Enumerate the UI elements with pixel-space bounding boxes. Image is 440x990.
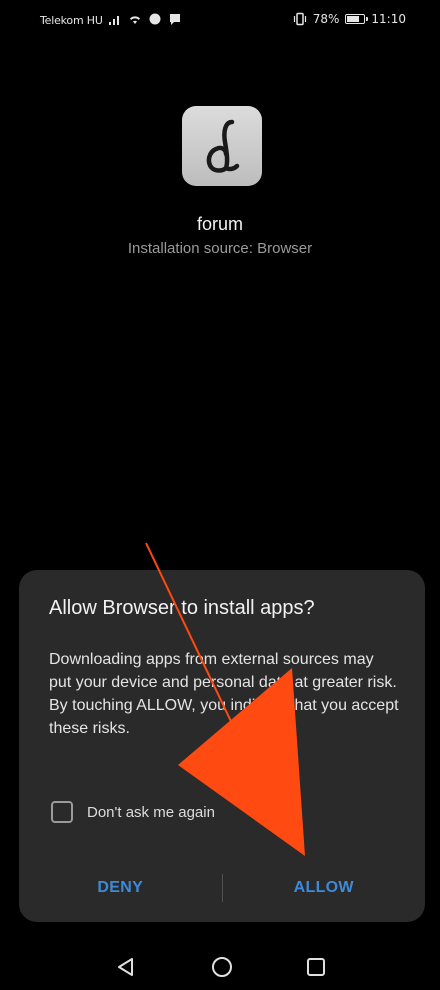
battery-icon <box>345 14 369 24</box>
circle-home-icon <box>212 957 232 977</box>
navigation-bar <box>0 945 440 990</box>
signal-icon <box>109 16 119 25</box>
carrier-name: Telekom HU <box>40 14 103 27</box>
status-bar: Telekom HU 78% 11:10 <box>0 0 440 44</box>
nav-back-button[interactable] <box>112 953 140 981</box>
installation-source: Installation source: Browser <box>127 240 313 257</box>
wifi-icon <box>130 16 140 24</box>
dialog-message: Downloading apps from external sources m… <box>49 651 399 737</box>
app-icon <box>182 106 262 186</box>
chat-icon <box>170 14 180 25</box>
dialog-buttons: DENY ALLOW <box>19 866 425 910</box>
install-permission-dialog: Allow Browser to install apps? Downloadi… <box>19 570 425 922</box>
dont-ask-again-label: Don't ask me again <box>87 803 215 821</box>
dont-ask-again-checkbox[interactable] <box>51 801 73 823</box>
status-right: 78% 11:10 <box>293 12 406 26</box>
allow-button[interactable]: ALLOW <box>223 879 426 897</box>
battery-percent: 78% <box>312 12 340 26</box>
clock: 11:10 <box>371 12 406 26</box>
app-logo-letter-d-icon <box>206 119 240 173</box>
vibrate-icon <box>293 12 306 26</box>
app-name: forum <box>196 214 243 234</box>
battery-fill <box>347 16 360 22</box>
sync-icon <box>149 13 161 25</box>
nav-home-button[interactable] <box>208 953 236 981</box>
nav-recents-button[interactable] <box>302 953 330 981</box>
triangle-back-icon <box>118 958 133 976</box>
dialog-title: Allow Browser to install apps? <box>49 597 315 619</box>
square-recents-icon <box>307 958 325 976</box>
status-icons <box>108 12 182 26</box>
deny-button[interactable]: DENY <box>19 879 222 897</box>
dont-ask-again-row[interactable]: Don't ask me again <box>51 801 215 823</box>
